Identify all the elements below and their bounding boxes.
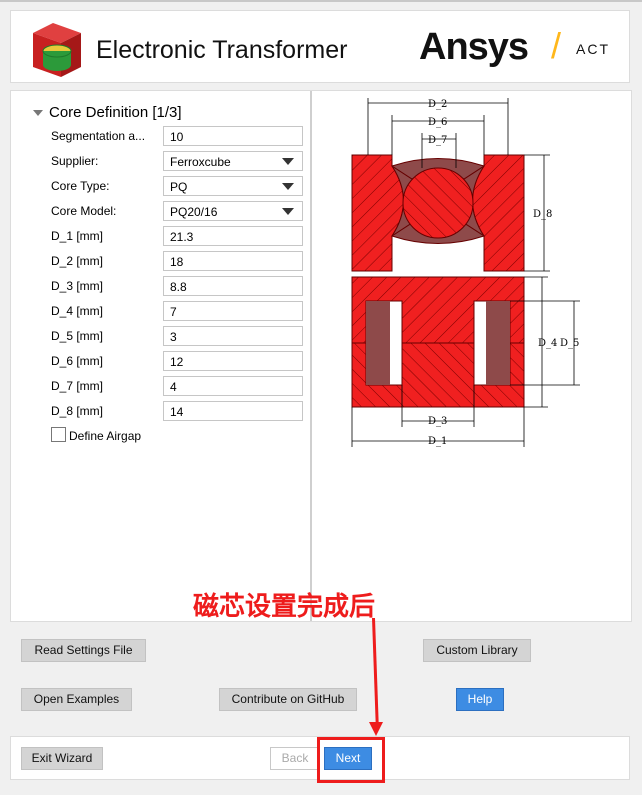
dim-label-d2: D_2	[428, 99, 447, 110]
dim-label-d8: D_8	[533, 209, 552, 220]
custom-library-button[interactable]: Custom Library	[423, 639, 531, 662]
d1-input[interactable]: 21.3	[163, 226, 303, 246]
field-label: D_2 [mm]	[51, 254, 104, 268]
dim-label-d1: D_1	[428, 436, 447, 447]
app-title: Electronic Transformer	[96, 36, 348, 64]
d3-input[interactable]: 8.8	[163, 276, 303, 296]
field-row-core-type: Core Type: PQ	[51, 176, 303, 196]
core-type-select[interactable]: PQ	[163, 176, 303, 196]
dim-label-d4: D_4	[538, 338, 557, 349]
act-label: ACT	[576, 41, 610, 57]
open-examples-button[interactable]: Open Examples	[21, 688, 132, 711]
contribute-github-button[interactable]: Contribute on GitHub	[219, 688, 357, 711]
core-model-select[interactable]: PQ20/16	[163, 201, 303, 221]
field-row-supplier: Supplier: Ferroxcube	[51, 151, 303, 171]
field-label: Segmentation a...	[51, 129, 146, 143]
exit-wizard-button[interactable]: Exit Wizard	[21, 747, 103, 770]
field-row-d4: D_4 [mm] 7	[51, 301, 303, 321]
annotation-arrow-head-icon	[369, 722, 383, 736]
dim-label-d7: D_7	[428, 135, 447, 146]
d7-input[interactable]: 4	[163, 376, 303, 396]
field-row-d7: D_7 [mm] 4	[51, 376, 303, 396]
d4-input[interactable]: 7	[163, 301, 303, 321]
field-row-d6: D_6 [mm] 12	[51, 351, 303, 371]
dim-label-d5: D_5	[560, 338, 579, 349]
field-row-d3: D_3 [mm] 8.8	[51, 276, 303, 296]
transformer-logo-icon	[27, 19, 87, 79]
field-label: D_1 [mm]	[51, 229, 104, 243]
collapse-triangle-icon[interactable]	[33, 110, 43, 116]
select-value: Ferroxcube	[170, 155, 231, 169]
main-panel: Core Definition [1/3] Segmentation a... …	[10, 90, 632, 622]
ansys-logo: Ansys	[419, 26, 529, 68]
panel-divider	[310, 91, 312, 621]
ansys-slash: /	[551, 25, 562, 66]
dim-label-d6: D_6	[428, 117, 447, 128]
select-value: PQ	[170, 180, 188, 194]
field-label: Core Type:	[51, 179, 110, 193]
field-label: Core Model:	[51, 204, 117, 218]
supplier-select[interactable]: Ferroxcube	[163, 151, 303, 171]
field-label: D_4 [mm]	[51, 304, 104, 318]
segmentation-input[interactable]: 10	[163, 126, 303, 146]
select-value: PQ20/16	[170, 205, 218, 219]
annotation-text: 磁芯设置完成后	[193, 592, 376, 622]
field-row-segmentation: Segmentation a... 10	[51, 126, 303, 146]
field-row-d1: D_1 [mm] 21.3	[51, 226, 303, 246]
field-row-d5: D_5 [mm] 3	[51, 326, 303, 346]
annotation-arrow-line	[372, 617, 379, 726]
define-airgap-label: Define Airgap	[69, 429, 142, 443]
top-border	[0, 0, 642, 2]
field-label: D_8 [mm]	[51, 404, 104, 418]
field-row-d8: D_8 [mm] 14	[51, 401, 303, 421]
field-row-core-model: Core Model: PQ20/16	[51, 201, 303, 221]
define-airgap-checkbox[interactable]	[51, 427, 66, 442]
app-header: Electronic Transformer Ansys / ACT	[10, 10, 630, 83]
field-label: D_7 [mm]	[51, 379, 104, 393]
d6-input[interactable]: 12	[163, 351, 303, 371]
annotation-highlight-box	[317, 737, 385, 783]
d8-input[interactable]: 14	[163, 401, 303, 421]
field-row-d2: D_2 [mm] 18	[51, 251, 303, 271]
d2-input[interactable]: 18	[163, 251, 303, 271]
field-label: D_3 [mm]	[51, 279, 104, 293]
field-label: Supplier:	[51, 154, 99, 168]
field-label: D_6 [mm]	[51, 354, 104, 368]
back-button[interactable]: Back	[270, 747, 320, 770]
field-label: D_5 [mm]	[51, 329, 104, 343]
core-diagram: D_2 D_6 D_7 D_8 D_4 D_5 D_3 D_1	[316, 93, 591, 451]
d5-input[interactable]: 3	[163, 326, 303, 346]
help-button[interactable]: Help	[456, 688, 504, 711]
read-settings-file-button[interactable]: Read Settings File	[21, 639, 146, 662]
section-title: Core Definition [1/3]	[49, 104, 182, 121]
dim-label-d3: D_3	[428, 416, 447, 427]
